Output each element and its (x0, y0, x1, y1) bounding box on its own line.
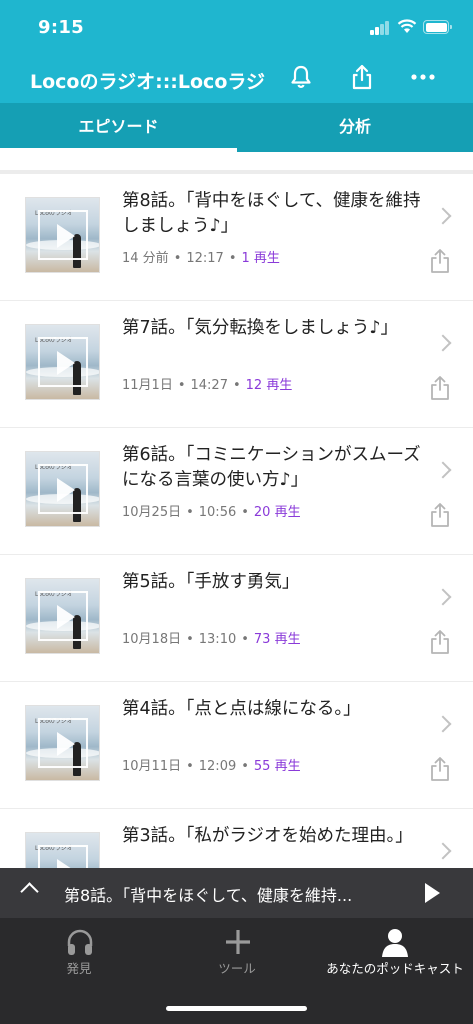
list-item[interactable]: Locoのラジオ 第5話。「手放す勇気」 10月18日 • 13:10 • 73 再生 (0, 555, 473, 681)
play-count: 55 再生 (253, 759, 301, 774)
bell-icon[interactable] (286, 62, 316, 92)
share-icon[interactable] (429, 629, 451, 655)
episode-title[interactable]: 第5話。「手放す勇気」 (122, 570, 422, 595)
episode-date: 10月11日 (122, 759, 182, 774)
list-item[interactable]: Locoのラジオ 第7話。「気分転換をしましょう♪」 11月1日 • 14:27 • 12 … (0, 301, 473, 427)
episode-title[interactable]: 第4話。「点と点は線になる。」 (122, 697, 422, 722)
meta-separator: • (232, 378, 241, 393)
status-bar: 9:15 (0, 0, 473, 52)
meta-separator: • (186, 759, 194, 774)
battery-icon (423, 20, 452, 34)
nav-discover[interactable]: 発見 (30, 918, 128, 988)
chevron-up-icon[interactable] (20, 882, 39, 901)
episode-artwork[interactable]: Locoのラジオ (25, 451, 100, 527)
episode-meta: 10月25日 • 10:56 • 20 再生 (122, 501, 301, 520)
chevron-right-icon[interactable] (434, 207, 452, 225)
share-icon[interactable] (429, 375, 451, 401)
play-count: 12 再生 (245, 378, 293, 393)
play-icon[interactable] (38, 210, 88, 260)
meta-separator: • (241, 505, 249, 520)
person-icon (382, 929, 408, 957)
play-count: 20 再生 (253, 505, 301, 520)
tab-episodes[interactable]: エピソード (0, 103, 237, 152)
episode-artwork[interactable]: Locoのラジオ (25, 324, 100, 400)
episode-title[interactable]: 第8話。「背中をほぐして、健康を維持しましょう♪」 (122, 189, 422, 239)
wifi-icon (397, 19, 417, 33)
headphones-icon (67, 929, 93, 955)
play-icon[interactable] (38, 718, 88, 768)
episode-time: 13:10 (198, 632, 237, 647)
episode-date: 10月18日 (122, 632, 182, 647)
now-playing-title[interactable]: 第8話。「背中をほぐして、健康を維持... (64, 882, 394, 906)
list-item[interactable]: Locoのラジオ 第8話。「背中をほぐして、健康を維持しましょう♪」 14 分前 • 1… (0, 174, 473, 300)
chevron-right-icon[interactable] (434, 715, 452, 733)
tab-analytics[interactable]: 分析 (237, 103, 473, 152)
meta-separator: • (228, 251, 237, 266)
play-icon[interactable] (38, 845, 88, 868)
meta-separator: • (186, 632, 194, 647)
nav-discover-label: 発見 (66, 961, 92, 976)
chevron-right-icon[interactable] (434, 842, 452, 860)
home-indicator (166, 1006, 307, 1011)
share-icon[interactable] (429, 502, 451, 528)
chevron-right-icon[interactable] (434, 588, 452, 606)
chevron-right-icon[interactable] (434, 461, 452, 479)
mini-player[interactable]: 第8話。「背中をほぐして、健康を維持... (0, 868, 473, 918)
episode-artwork[interactable]: Locoのラジオ (25, 832, 100, 868)
meta-separator: • (241, 759, 249, 774)
play-icon[interactable] (425, 883, 440, 903)
share-icon[interactable] (429, 248, 451, 274)
episode-date: 14 分前 (122, 251, 169, 266)
episode-list[interactable]: Locoのラジオ 第8話。「背中をほぐして、健康を維持しましょう♪」 14 分前 • 1… (0, 152, 473, 868)
nav-your-podcast-label: あなたのポッドキャスト (326, 961, 464, 976)
list-item[interactable]: Locoのラジオ 第4話。「点と点は線になる。」 10月11日 • 12:09 • 55 再… (0, 682, 473, 808)
episode-title[interactable]: 第3話。「私がラジオを始めた理由。」 (122, 824, 422, 849)
episode-date: 11月1日 (122, 378, 173, 393)
episode-time: 12:17 (186, 251, 224, 266)
share-icon[interactable] (347, 62, 377, 92)
play-count: 1 再生 (241, 251, 280, 266)
nav-tools-label: ツール (218, 961, 256, 976)
episode-artwork[interactable]: Locoのラジオ (25, 197, 100, 273)
cellular-signal-icon (370, 21, 390, 35)
podcast-title: Locoのラジオ:::Locoラジ (30, 71, 265, 93)
tab-bar: エピソード 分析 (0, 103, 473, 152)
status-time: 9:15 (38, 17, 84, 38)
episode-title[interactable]: 第7話。「気分転換をしましょう♪」 (122, 316, 422, 341)
episode-time: 12:09 (198, 759, 237, 774)
list-item[interactable]: Locoのラジオ 第3話。「私がラジオを始めた理由。」 (0, 809, 473, 868)
meta-separator: • (186, 505, 194, 520)
episode-date: 10月25日 (122, 505, 182, 520)
episode-artwork[interactable]: Locoのラジオ (25, 578, 100, 654)
meta-separator: • (241, 632, 249, 647)
chevron-right-icon[interactable] (434, 334, 452, 352)
episode-time: 14:27 (190, 378, 228, 393)
app-header: 9:15 Locoのラジオ:::Locoラジ エピソード 分析 (0, 0, 473, 152)
nav-your-podcast[interactable]: あなたのポッドキャスト (322, 918, 468, 988)
play-icon[interactable] (38, 464, 88, 514)
more-icon[interactable] (408, 62, 438, 92)
episode-meta: 11月1日 • 14:27 • 12 再生 (122, 374, 292, 393)
list-item (0, 152, 473, 170)
share-icon[interactable] (429, 756, 451, 782)
episode-artwork[interactable]: Locoのラジオ (25, 705, 100, 781)
episode-meta: 10月11日 • 12:09 • 55 再生 (122, 755, 301, 774)
episode-title[interactable]: 第6話。「コミニケーションがスムーズになる言葉の使い方♪」 (122, 443, 422, 493)
meta-separator: • (173, 251, 182, 266)
episode-time: 10:56 (198, 505, 237, 520)
play-icon[interactable] (38, 591, 88, 641)
meta-separator: • (177, 378, 186, 393)
episode-meta: 14 分前 • 12:17 • 1 再生 (122, 247, 280, 266)
play-count: 73 再生 (253, 632, 301, 647)
episode-meta: 10月18日 • 13:10 • 73 再生 (122, 628, 301, 647)
list-item[interactable]: Locoのラジオ 第6話。「コミニケーションがスムーズになる言葉の使い方♪」 10月… (0, 428, 473, 554)
play-icon[interactable] (38, 337, 88, 387)
plus-icon (226, 930, 250, 954)
nav-tools[interactable]: ツール (188, 918, 286, 988)
